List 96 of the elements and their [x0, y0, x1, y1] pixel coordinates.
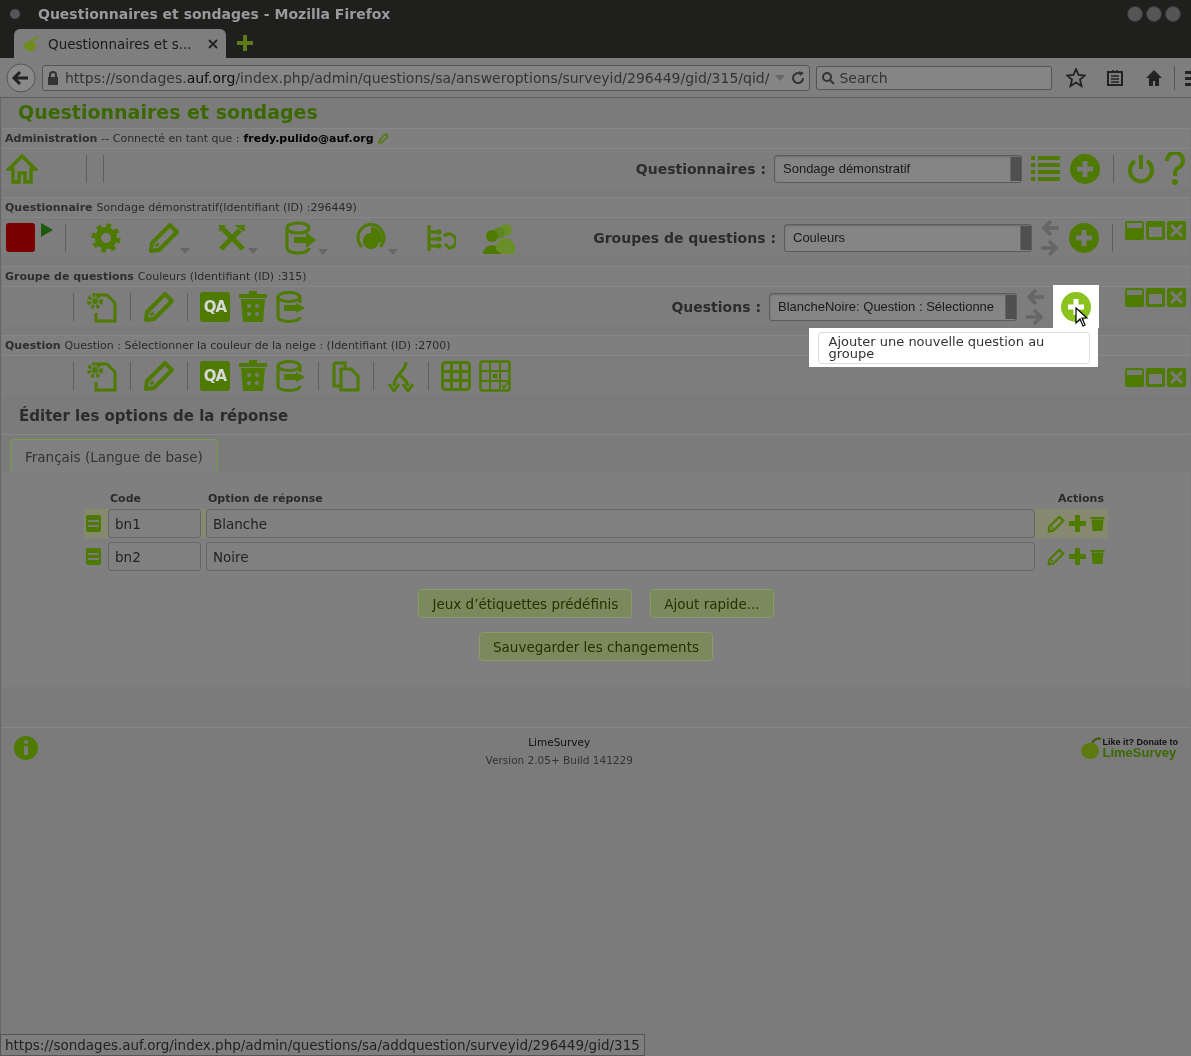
bookmark-star-icon[interactable]	[1066, 67, 1087, 88]
toolbar-label: Questionnaires :	[635, 160, 766, 177]
login-info: -- Connecté en tant que :	[101, 132, 240, 145]
dropdown[interactable]: Couleurs	[784, 223, 1032, 252]
help-icon[interactable]	[1164, 151, 1186, 186]
section-info: Sondage démonstratif(Identifiant (ID) :296449)	[96, 201, 357, 214]
close-icon[interactable]	[1167, 288, 1186, 307]
window-menu-icon[interactable]	[10, 9, 20, 19]
database-export-icon[interactable]	[284, 220, 318, 255]
save-button[interactable]: Sauvegarder les changements	[479, 632, 713, 661]
drag-handle-icon[interactable]	[86, 515, 101, 532]
browser-tab[interactable]: Questionnaires et s...	[14, 29, 226, 58]
search-field[interactable]: Search	[816, 65, 1053, 90]
answer-field[interactable]: Blanche	[205, 509, 1035, 538]
url-field[interactable]: https://sondages.auf.org/index.php/admin/questions/sa/answeroptions/surveyid/296449/gid/315/qid/	[42, 64, 811, 91]
column-header: Actions	[1058, 492, 1104, 505]
pencil-icon[interactable]	[1047, 547, 1066, 566]
reorder-arrows-icon[interactable]	[1025, 286, 1045, 327]
info-icon[interactable]	[14, 736, 38, 760]
section-label: Administration	[5, 132, 98, 145]
trash-icon[interactable]	[1090, 548, 1106, 565]
status-url: https://sondages.auf.org/index.php/admin/questions/sa/addquestion/surveyid/296449/gid/315	[0, 1034, 645, 1056]
column-header: Code	[110, 492, 141, 505]
user-link[interactable]: fredy.pulido@auf.org	[243, 132, 374, 145]
search-icon[interactable]	[821, 70, 836, 85]
dropdown[interactable]: BlancheNoire: Question : Sélectionne	[769, 292, 1017, 321]
code-field[interactable]: bn1	[108, 509, 201, 538]
answer-field[interactable]: Noire	[205, 542, 1035, 571]
document-gear-icon[interactable]	[86, 290, 118, 323]
section-label: Question	[5, 339, 61, 352]
toolbar-label: Groupes de questions :	[593, 229, 776, 246]
maximize-window-button[interactable]	[1146, 6, 1162, 22]
toolbar-label: Questions :	[671, 298, 761, 315]
section-label: Questionnaire	[5, 201, 93, 214]
play-icon[interactable]	[41, 223, 53, 237]
lime-icon[interactable]	[1080, 736, 1103, 760]
version-text: Version 2.05+ Build 141229	[485, 754, 633, 766]
tooltip: Ajouter une nouvelle question au groupe	[817, 331, 1090, 364]
close-icon[interactable]	[1167, 220, 1186, 240]
window-title: Questionnaires et sondages - Mozilla Firefox	[38, 6, 392, 22]
drag-handle-icon[interactable]	[86, 548, 101, 565]
grid-check-icon[interactable]	[479, 359, 511, 392]
pencil-icon[interactable]	[148, 221, 180, 254]
trash-icon[interactable]	[1090, 515, 1106, 532]
home-icon[interactable]	[1144, 67, 1165, 88]
close-tab-icon[interactable]	[208, 38, 218, 49]
pencil-icon[interactable]	[1047, 514, 1066, 533]
reload-icon[interactable]	[791, 70, 806, 85]
section-title: Éditer les options de la réponse	[2, 404, 1190, 435]
section-info: Couleurs (Identifiant (ID) :315)	[137, 270, 307, 283]
language-tab[interactable]: Français (Langue de base)	[10, 439, 218, 472]
minimize-icon[interactable]	[1125, 288, 1144, 307]
copy-icon[interactable]	[331, 359, 361, 392]
action-button[interactable]: Ajout rapide...	[650, 589, 774, 618]
donate-link[interactable]: Like it? Donate to LimeSurvey	[1080, 736, 1178, 760]
trash-icon[interactable]	[238, 290, 268, 323]
power-icon[interactable]	[1126, 153, 1156, 184]
trash-icon[interactable]	[238, 359, 268, 392]
column-header: Option de réponse	[207, 492, 323, 505]
qa-icon[interactable]: QA	[200, 291, 230, 322]
minimize-window-button[interactable]	[1127, 6, 1143, 22]
app-name: LimeSurvey	[528, 736, 591, 748]
new-tab-icon[interactable]	[236, 34, 254, 52]
section-label: Groupe de questions	[5, 270, 134, 283]
pencil-icon[interactable]	[143, 359, 175, 392]
branch-icon[interactable]	[386, 359, 416, 392]
database-icon[interactable]	[276, 290, 306, 323]
action-button[interactable]: Jeux d’étiquettes prédéfinis	[418, 589, 633, 618]
maximize-icon[interactable]	[1146, 220, 1165, 240]
qa-icon[interactable]: QA	[200, 360, 230, 391]
stop-icon[interactable]	[6, 223, 35, 252]
reorder-arrows-icon[interactable]	[1040, 217, 1060, 258]
document-gear-icon[interactable]	[86, 359, 118, 392]
minimize-icon[interactable]	[1125, 220, 1144, 240]
grid-icon[interactable]	[441, 360, 471, 391]
code-field[interactable]: bn2	[108, 542, 201, 571]
lime-icon[interactable]	[22, 34, 40, 53]
pencil-icon[interactable]	[377, 133, 389, 144]
gear-icon[interactable]	[90, 221, 122, 254]
back-icon[interactable]	[6, 62, 36, 93]
minimize-icon[interactable]	[1125, 367, 1144, 387]
page-title: Questionnaires et sondages	[17, 100, 319, 125]
people-icon[interactable]	[482, 221, 516, 254]
dropdown-caret-icon[interactable]	[775, 74, 786, 81]
mouse-pointer-icon[interactable]	[1075, 307, 1089, 327]
list-icon[interactable]	[1030, 153, 1061, 184]
close-window-button[interactable]	[1165, 6, 1181, 22]
lock-icon[interactable]	[47, 70, 59, 85]
pencil-icon[interactable]	[143, 290, 175, 323]
section-info: Question : Sélectionner la couleur de la neige : (Identifiant (ID) :2700)	[64, 339, 451, 352]
close-icon[interactable]	[1167, 367, 1186, 387]
database-icon[interactable]	[276, 359, 306, 392]
dropdown[interactable]: Sondage démonstratif	[774, 154, 1022, 183]
maximize-icon[interactable]	[1146, 288, 1165, 307]
reading-list-icon[interactable]	[1106, 68, 1125, 87]
maximize-icon[interactable]	[1146, 367, 1165, 387]
